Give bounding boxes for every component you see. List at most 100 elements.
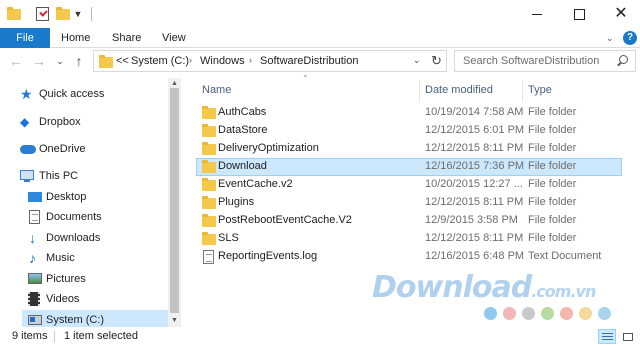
sidebar-item-downloads[interactable]: ↓ Downloads	[22, 228, 166, 248]
customize-toolbar-icon[interactable]: ▼	[73, 8, 83, 20]
sidebar-item-this-pc[interactable]: This PC	[16, 166, 166, 186]
item-count: 9 items	[12, 330, 48, 342]
column-header-name[interactable]: Name	[202, 80, 231, 100]
watermark-brand: Download	[372, 270, 532, 305]
file-name: PostRebootEventCache.V2	[218, 214, 352, 226]
scroll-down-icon[interactable]: ▼	[170, 316, 179, 325]
tab-home[interactable]: Home	[61, 28, 90, 48]
search-icon[interactable]	[616, 55, 628, 67]
breadcrumb-overflow[interactable]: <<	[116, 55, 129, 67]
maximize-button[interactable]	[556, 0, 602, 28]
documents-icon	[29, 210, 40, 224]
download-arrow-icon: ↓	[29, 230, 36, 246]
watermark-dot	[560, 307, 573, 320]
file-type: File folder	[528, 214, 577, 226]
pictures-icon	[28, 273, 42, 284]
file-type: File folder	[528, 142, 577, 154]
sidebar-item-music[interactable]: ♪ Music	[22, 248, 166, 268]
sidebar-item-dropbox[interactable]: ◆ Dropbox	[16, 112, 166, 132]
file-date: 12/16/2015 7:36 PM	[425, 160, 525, 172]
help-icon[interactable]: ?	[623, 31, 637, 45]
watermark-dot	[541, 307, 554, 320]
tab-view[interactable]: View	[162, 28, 186, 48]
sidebar-item-desktop[interactable]: Desktop	[22, 187, 166, 207]
file-type: File folder	[528, 106, 577, 118]
sidebar-item-quick-access[interactable]: ★ Quick access	[16, 84, 166, 104]
recent-locations-icon[interactable]: ⌄	[52, 52, 68, 70]
navigation-bar: ← → ⌄ ↑ << System (C:) › Windows › Softw…	[0, 48, 640, 74]
column-header-date-modified[interactable]: Date modified	[425, 80, 493, 100]
column-header-type[interactable]: Type	[528, 80, 552, 100]
sidebar-item-label: Quick access	[39, 88, 105, 100]
file-date: 12/12/2015 6:01 PM	[425, 124, 525, 136]
breadcrumb-system-c[interactable]: System (C:)	[131, 55, 189, 67]
address-dropdown-icon[interactable]: ⌄	[413, 55, 421, 66]
back-arrow-icon[interactable]: ←	[8, 52, 24, 70]
file-row-deliveryoptimization[interactable]: DeliveryOptimization 12/12/2015 8:11 PM …	[196, 140, 622, 158]
dropbox-icon: ◆	[20, 115, 30, 129]
file-row-download[interactable]: Download 12/16/2015 7:36 PM File folder	[196, 158, 622, 176]
sidebar-item-label: Documents	[46, 211, 102, 223]
properties-icon[interactable]	[36, 7, 49, 21]
file-type: File folder	[528, 124, 577, 136]
watermark-dots	[484, 307, 614, 321]
file-row-plugins[interactable]: Plugins 12/12/2015 8:11 PM File folder	[196, 194, 622, 212]
column-divider[interactable]	[419, 80, 420, 102]
file-row-eventcache[interactable]: EventCache.v2 10/20/2015 12:27 ... File …	[196, 176, 622, 194]
watermark-dot	[503, 307, 516, 320]
pc-icon	[20, 170, 34, 182]
search-box[interactable]: Search SoftwareDistribution	[454, 50, 636, 72]
sidebar-item-videos[interactable]: Videos	[22, 289, 166, 309]
file-type: File folder	[528, 178, 577, 190]
sidebar-item-label: This PC	[39, 170, 79, 182]
tab-share[interactable]: Share	[112, 28, 141, 48]
file-type: File folder	[528, 196, 577, 208]
sidebar-item-system-c[interactable]: System (C:)	[22, 310, 168, 327]
file-date: 12/12/2015 8:11 PM	[425, 196, 524, 208]
expand-ribbon-icon[interactable]: ⌄	[606, 32, 618, 44]
file-row-datastore[interactable]: DataStore 12/12/2015 6:01 PM File folder	[196, 122, 622, 140]
watermark-dot	[484, 307, 497, 320]
file-date: 10/19/2014 7:58 AM	[425, 106, 524, 118]
refresh-icon[interactable]: ↻	[431, 53, 442, 69]
sidebar-item-documents[interactable]: Documents	[22, 207, 166, 227]
column-divider[interactable]	[522, 80, 523, 102]
forward-arrow-icon[interactable]: →	[31, 52, 47, 70]
breadcrumb-chevron-icon[interactable]: ›	[189, 55, 192, 65]
folder-icon	[202, 106, 216, 119]
file-name: EventCache.v2	[218, 178, 293, 190]
breadcrumb-softwaredistribution[interactable]: SoftwareDistribution	[260, 55, 358, 67]
sidebar-item-onedrive[interactable]: OneDrive	[16, 139, 166, 159]
scrollbar-thumb[interactable]	[170, 88, 179, 313]
file-name: DataStore	[218, 124, 268, 136]
folder-icon[interactable]	[7, 7, 21, 20]
file-row-postrebooteventcache[interactable]: PostRebootEventCache.V2 12/9/2015 3:58 P…	[196, 212, 622, 230]
folder-icon	[202, 124, 216, 137]
large-icons-view-button[interactable]	[619, 329, 637, 344]
sidebar-scrollbar[interactable]: ▲ ▼	[168, 78, 181, 327]
sidebar-item-label: Dropbox	[39, 116, 81, 128]
text-document-icon	[203, 250, 214, 264]
file-row-authcabs[interactable]: AuthCabs 10/19/2014 7:58 AM File folder	[196, 104, 622, 122]
file-name: Plugins	[218, 196, 255, 208]
details-view-button[interactable]	[598, 329, 616, 344]
tab-file[interactable]: File	[0, 28, 50, 48]
sidebar-item-pictures[interactable]: Pictures	[22, 269, 166, 289]
file-date: 12/9/2015 3:58 PM	[425, 214, 518, 226]
video-film-icon	[28, 292, 40, 306]
file-row-sls[interactable]: SLS 12/12/2015 8:11 PM File folder	[196, 230, 622, 248]
file-name: Download	[218, 160, 267, 172]
scroll-up-icon[interactable]: ▲	[170, 79, 179, 88]
breadcrumb-chevron-icon[interactable]: ›	[249, 55, 252, 65]
search-input[interactable]: Search SoftwareDistribution	[463, 55, 599, 67]
new-folder-icon[interactable]	[56, 7, 70, 20]
ribbon-tabs: File Home Share View ⌄ ?	[0, 28, 640, 48]
address-bar[interactable]: << System (C:) › Windows › SoftwareDistr…	[93, 50, 447, 72]
close-button[interactable]: ✕	[598, 0, 640, 28]
file-row-reportingevents[interactable]: ReportingEvents.log 12/16/2015 6:48 PM T…	[196, 248, 622, 266]
breadcrumb-windows[interactable]: Windows	[200, 55, 245, 67]
file-name: SLS	[218, 232, 239, 244]
minimize-button[interactable]	[514, 0, 560, 28]
up-arrow-icon[interactable]: ↑	[71, 52, 87, 70]
file-type: File folder	[528, 160, 577, 172]
